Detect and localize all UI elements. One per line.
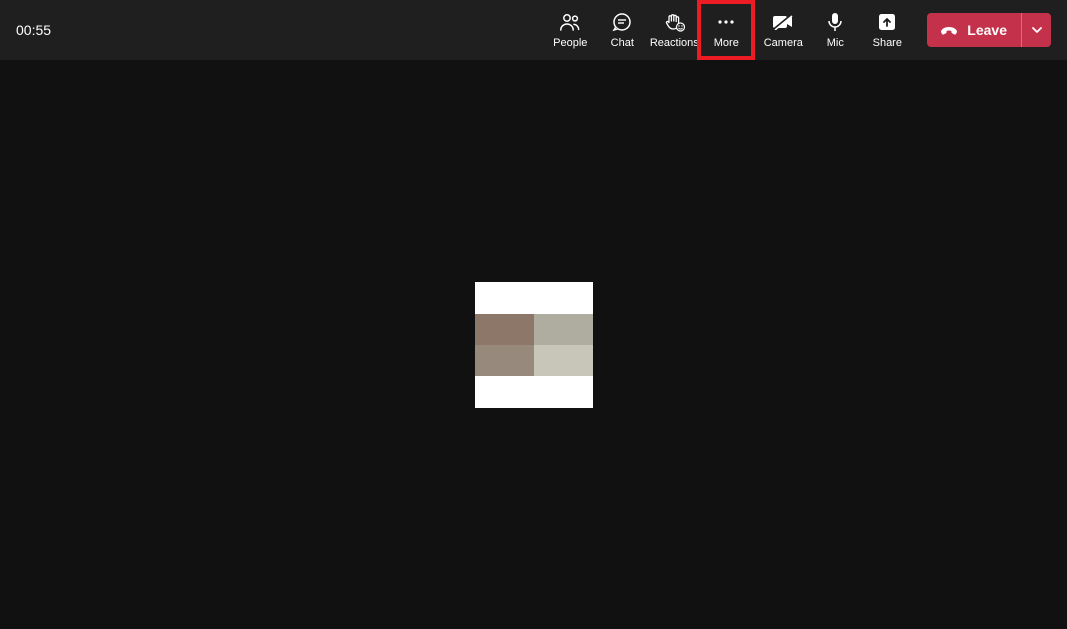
mic-icon xyxy=(827,11,843,33)
chat-label: Chat xyxy=(611,37,634,49)
more-label: More xyxy=(714,37,739,49)
leave-label: Leave xyxy=(967,22,1007,38)
video-stage xyxy=(0,60,1067,629)
chat-icon xyxy=(612,11,632,33)
leave-options-button[interactable] xyxy=(1021,13,1051,47)
chat-button[interactable]: Chat xyxy=(596,0,648,60)
hangup-icon xyxy=(939,24,959,36)
share-icon xyxy=(878,11,896,33)
people-button[interactable]: People xyxy=(544,0,596,60)
chevron-down-icon xyxy=(1031,26,1043,34)
camera-icon xyxy=(772,11,794,33)
people-icon xyxy=(559,11,581,33)
reactions-button[interactable]: Reactions xyxy=(648,0,700,60)
more-icon xyxy=(716,11,736,33)
people-label: People xyxy=(553,37,587,49)
participant-avatar xyxy=(475,282,593,408)
mic-button[interactable]: Mic xyxy=(809,0,861,60)
camera-label: Camera xyxy=(764,37,803,49)
toolbar-divider xyxy=(752,14,753,46)
leave-button[interactable]: Leave xyxy=(927,13,1021,47)
reactions-icon xyxy=(663,11,685,33)
mic-label: Mic xyxy=(827,37,844,49)
call-timer: 00:55 xyxy=(16,22,51,38)
meeting-toolbar: 00:55 People Ch xyxy=(0,0,1067,60)
reactions-label: Reactions xyxy=(650,37,699,49)
share-button[interactable]: Share xyxy=(861,0,913,60)
camera-button[interactable]: Camera xyxy=(757,0,809,60)
more-button[interactable]: More xyxy=(700,0,752,60)
share-label: Share xyxy=(873,37,902,49)
leave-group: Leave xyxy=(927,13,1051,47)
control-group: People Chat xyxy=(544,0,913,60)
